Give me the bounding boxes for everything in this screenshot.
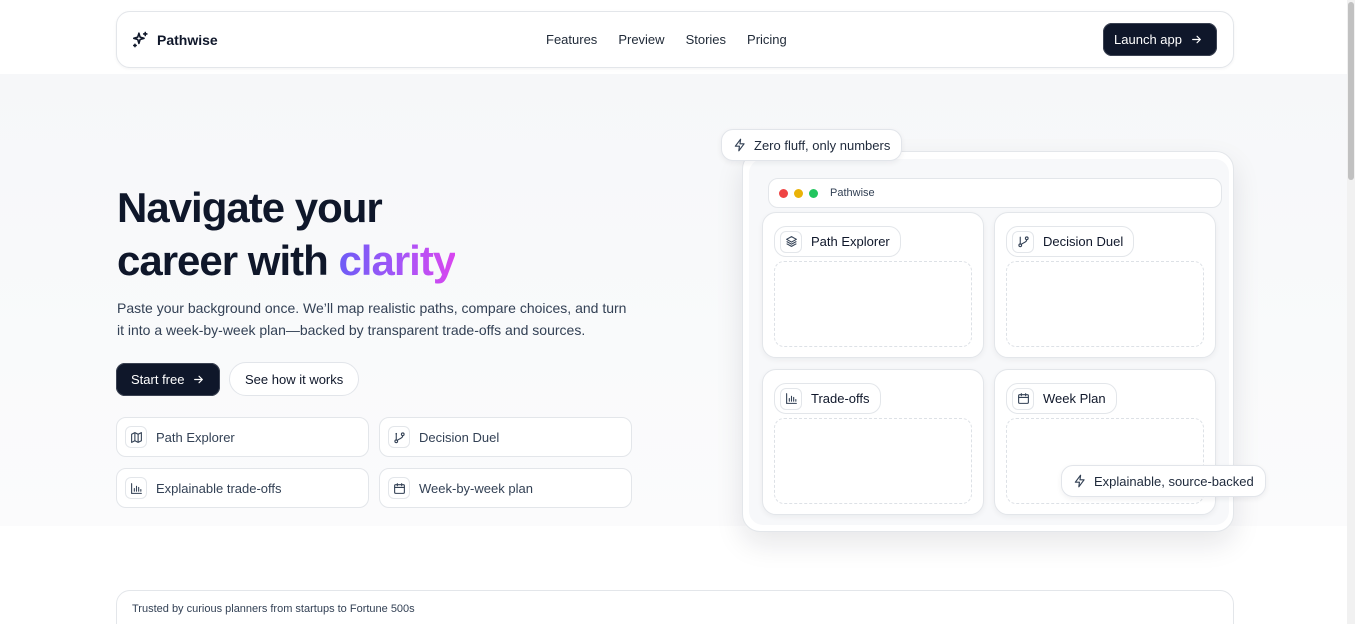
card-placeholder (774, 418, 972, 504)
subtitle-line-2: it into a week-by-week plan—backed by tr… (117, 322, 586, 338)
layers-icon (780, 230, 802, 253)
card-label: Decision Duel (1043, 234, 1124, 249)
window-titlebar: Pathwise (768, 178, 1222, 208)
card-label: Week Plan (1043, 391, 1106, 406)
start-free-label: Start free (131, 372, 185, 387)
see-how-it-works-button[interactable]: See how it works (229, 362, 360, 396)
top-navbar: Pathwise Features Preview Stories Pricin… (116, 11, 1234, 68)
minimize-dot (794, 188, 803, 198)
feature-label: Path Explorer (156, 429, 235, 445)
page-scrollbar[interactable] (1347, 0, 1355, 624)
card-label: Path Explorer (811, 234, 890, 249)
window-title: Pathwise (830, 187, 875, 199)
headline-line-2: career with (117, 237, 339, 284)
card-placeholder (1006, 261, 1204, 347)
feature-path-explorer[interactable]: Path Explorer (116, 417, 369, 457)
card-chip: Decision Duel (1006, 226, 1135, 257)
card-chip: Path Explorer (774, 226, 901, 257)
git-branch-icon (388, 426, 410, 448)
preview-card-decision-duel[interactable]: Decision Duel (994, 212, 1216, 358)
headline-line-1: Navigate your (117, 184, 383, 231)
feature-week-by-week-plan[interactable]: Week-by-week plan (379, 468, 632, 508)
feature-explainable-trade-offs[interactable]: Explainable trade-offs (116, 468, 369, 508)
feature-label: Week-by-week plan (419, 480, 533, 496)
map-icon (125, 426, 147, 448)
calendar-icon (388, 477, 410, 499)
nav-links: Features Preview Stories Pricing (546, 32, 787, 47)
start-free-button[interactable]: Start free (116, 363, 221, 396)
feature-label: Decision Duel (419, 429, 500, 445)
bar-chart-icon (780, 387, 802, 410)
preview-card-trade-offs[interactable]: Trade-offs (762, 369, 984, 515)
chip-zero-fluff-label: Zero fluff, only numbers (754, 137, 891, 153)
nav-link-preview[interactable]: Preview (618, 32, 664, 47)
headline-accent: clarity (338, 237, 456, 284)
chip-zero-fluff: Zero fluff, only numbers (721, 129, 903, 161)
bar-chart-icon (125, 477, 147, 499)
lightning-icon (734, 138, 745, 152)
maximize-dot (809, 188, 818, 198)
nav-link-pricing[interactable]: Pricing (747, 32, 787, 47)
brand-logo[interactable]: Pathwise (131, 30, 218, 49)
launch-app-button[interactable]: Launch app (1103, 23, 1217, 56)
feature-decision-duel[interactable]: Decision Duel (379, 417, 632, 457)
card-label: Trade-offs (811, 391, 870, 406)
hero-subtitle: Paste your background once. We’ll map re… (117, 297, 647, 341)
arrow-right-icon (194, 375, 204, 384)
launch-app-label: Launch app (1114, 32, 1182, 47)
chip-explainable: Explainable, source-backed (1061, 465, 1266, 497)
chip-explainable-label: Explainable, source-backed (1094, 473, 1254, 489)
feature-label: Explainable trade-offs (156, 480, 282, 496)
hero-headline: Navigate your career with clarity (117, 181, 637, 287)
sparkle-icon (132, 31, 148, 48)
preview-card-path-explorer[interactable]: Path Explorer (762, 212, 984, 358)
arrow-right-icon (1192, 35, 1201, 44)
git-branch-icon (1012, 230, 1034, 253)
card-placeholder (774, 261, 972, 347)
card-chip: Trade-offs (774, 383, 881, 414)
trusted-by-section: Trusted by curious planners from startup… (116, 590, 1234, 624)
nav-link-stories[interactable]: Stories (686, 32, 726, 47)
lightning-icon (1074, 474, 1085, 488)
nav-link-features[interactable]: Features (546, 32, 597, 47)
scrollbar-thumb[interactable] (1348, 2, 1354, 180)
calendar-icon (1012, 387, 1034, 410)
close-dot (779, 188, 788, 198)
see-how-label: See how it works (245, 371, 344, 387)
brand-name: Pathwise (157, 31, 218, 48)
trusted-text: Trusted by curious planners from startup… (132, 603, 415, 615)
card-chip: Week Plan (1006, 383, 1117, 414)
subtitle-line-1: Paste your background once. We’ll map re… (117, 300, 627, 316)
